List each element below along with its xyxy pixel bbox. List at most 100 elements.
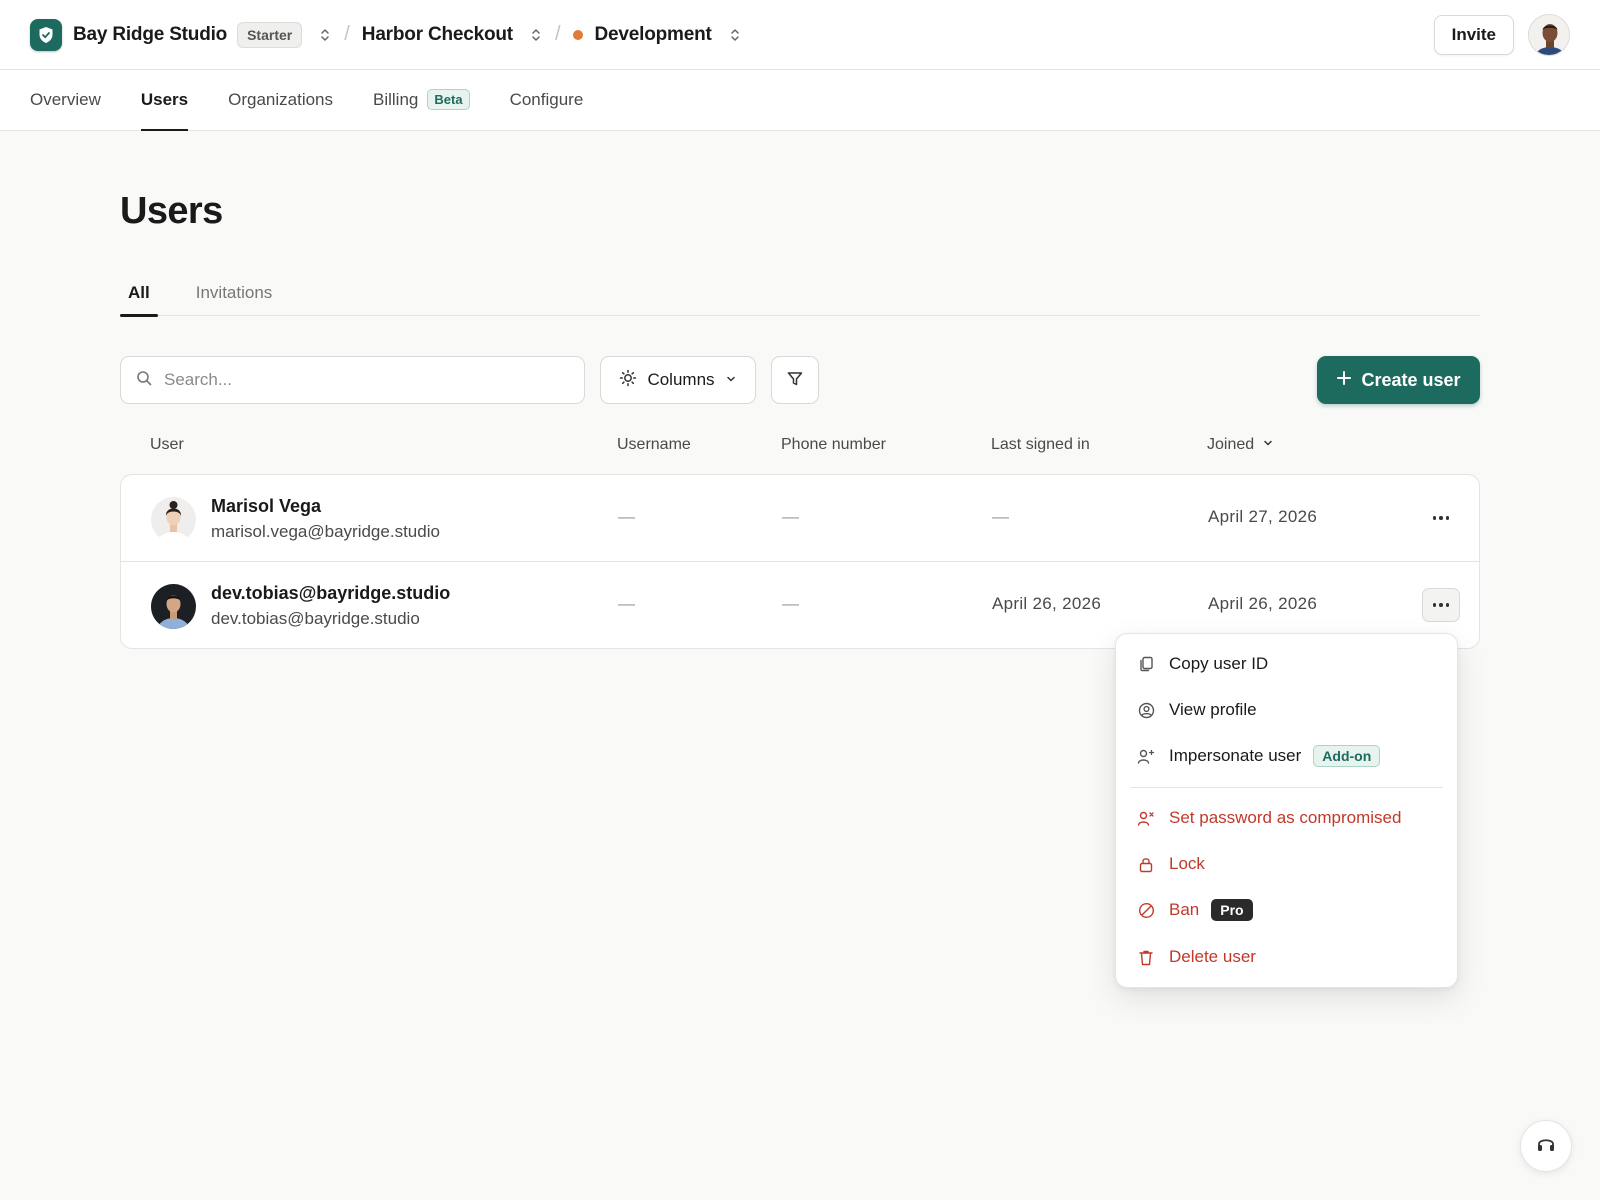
environment-name[interactable]: Development: [595, 24, 712, 46]
column-header-label: Phone number: [781, 436, 886, 453]
add-on-badge: Add-on: [1313, 745, 1381, 767]
menu-item-label: Copy user ID: [1169, 654, 1269, 673]
phone-cell: —: [782, 507, 800, 526]
more-dot-icon: [1445, 603, 1450, 607]
menu-item-label: Lock: [1169, 854, 1205, 873]
avatar: [151, 584, 196, 629]
breadcrumb-separator: /: [554, 23, 561, 45]
create-user-button[interactable]: Create user: [1317, 356, 1480, 404]
user-name[interactable]: dev.tobias@bayridge.studio: [211, 583, 450, 604]
user-email: dev.tobias@bayridge.studio: [211, 609, 420, 628]
menu-item-impersonate-user[interactable]: Impersonate user Add-on: [1116, 736, 1459, 776]
column-header-last-signed-in: Last signed in: [991, 436, 1090, 454]
column-header-phone: Phone number: [781, 436, 886, 454]
user-email: marisol.vega@bayridge.studio: [211, 522, 440, 541]
user-x-icon: [1137, 809, 1155, 827]
workspace-switcher-chevron-icon[interactable]: [320, 28, 330, 42]
user-avatar[interactable]: [1528, 13, 1570, 56]
tab-label: Overview: [30, 89, 101, 109]
menu-item-label: View profile: [1169, 700, 1257, 719]
tab-label: Configure: [509, 89, 584, 109]
menu-divider: [1130, 787, 1443, 788]
workspace-name[interactable]: Bay Ridge Studio: [73, 24, 227, 46]
last-signed-in-cell: April 26, 2026: [992, 594, 1102, 613]
app-switcher-chevron-icon[interactable]: [531, 28, 541, 42]
user-name[interactable]: Marisol Vega: [211, 496, 321, 517]
breadcrumb-separator: /: [344, 23, 350, 45]
more-dot-icon: [1439, 603, 1443, 607]
avatar: [151, 497, 196, 542]
table-row[interactable]: Marisol Vega marisol.vega@bayridge.studi…: [120, 474, 1480, 562]
row-actions-menu: Copy user ID View profile Impersonate us…: [1115, 633, 1458, 988]
more-dot-icon: [1439, 516, 1443, 520]
column-header-label: User: [150, 436, 184, 453]
headset-icon: [1535, 1133, 1557, 1160]
column-header-label: Last signed in: [991, 436, 1090, 453]
filter-button[interactable]: [771, 356, 819, 404]
beta-badge: Beta: [427, 89, 470, 110]
menu-item-label: Set password as compromised: [1169, 808, 1402, 827]
column-header-label: Joined: [1207, 436, 1255, 453]
tab-configure[interactable]: Configure: [510, 69, 584, 130]
menu-item-delete-user[interactable]: Delete user: [1116, 937, 1459, 977]
tab-billing[interactable]: Billing Beta: [373, 69, 470, 130]
tab-label: Users: [140, 89, 189, 109]
tab-label: Billing: [373, 89, 419, 109]
sun-icon: [619, 369, 637, 392]
joined-cell: April 26, 2026: [1208, 594, 1318, 613]
users-subtabs: All Invitations: [120, 270, 1480, 317]
menu-item-copy-user-id[interactable]: Copy user ID: [1116, 644, 1459, 684]
tab-organizations[interactable]: Organizations: [228, 69, 333, 130]
tab-users[interactable]: Users: [140, 69, 189, 131]
menu-item-label: Ban: [1169, 900, 1200, 919]
user-circle-icon: [1137, 701, 1155, 719]
subtab-label: All: [128, 283, 150, 302]
tab-overview[interactable]: Overview: [30, 69, 101, 130]
plan-badge: Starter: [237, 21, 303, 48]
joined-cell: April 27, 2026: [1208, 507, 1318, 526]
menu-item-lock[interactable]: Lock: [1116, 844, 1459, 884]
chevron-down-icon: [725, 370, 737, 390]
column-header-joined[interactable]: Joined: [1207, 436, 1274, 454]
subtab-invitations[interactable]: Invitations: [188, 270, 281, 316]
menu-item-set-password-compromised[interactable]: Set password as compromised: [1116, 798, 1459, 838]
more-dot-icon: [1445, 516, 1450, 520]
plus-icon: [1336, 370, 1352, 391]
support-button[interactable]: [1520, 1120, 1572, 1172]
sort-chevron-down-icon: [1262, 436, 1274, 454]
copy-icon: [1137, 655, 1155, 673]
filter-icon: [786, 370, 804, 391]
tab-label: Organizations: [228, 89, 334, 109]
subtab-label: Invitations: [195, 283, 273, 302]
trash-icon: [1137, 948, 1155, 966]
subtab-all[interactable]: All: [120, 270, 158, 317]
row-actions-button[interactable]: [1422, 588, 1460, 622]
username-cell: —: [618, 507, 636, 526]
ban-icon: [1137, 901, 1155, 919]
environment-status-dot: [572, 29, 583, 40]
phone-cell: —: [782, 594, 800, 613]
more-dot-icon: [1432, 603, 1437, 607]
search-icon: [136, 370, 152, 391]
search-field[interactable]: [120, 356, 585, 404]
main-nav: Overview Users Organizations Billing Bet…: [0, 70, 1600, 131]
page-title: Users: [120, 190, 223, 232]
row-actions-button[interactable]: [1422, 501, 1460, 535]
create-user-label: Create user: [1361, 369, 1461, 390]
menu-item-view-profile[interactable]: View profile: [1116, 690, 1459, 730]
column-header-username: Username: [617, 436, 691, 454]
environment-switcher-chevron-icon[interactable]: [730, 28, 740, 42]
menu-item-ban[interactable]: Ban Pro: [1116, 890, 1459, 930]
username-cell: —: [618, 594, 636, 613]
app-name[interactable]: Harbor Checkout: [362, 24, 513, 46]
search-input[interactable]: [164, 370, 564, 390]
workspace-logo-icon[interactable]: [30, 18, 62, 51]
more-dot-icon: [1432, 516, 1437, 520]
top-bar: Bay Ridge Studio Starter / Harbor Checko…: [0, 0, 1600, 70]
columns-button-label: Columns: [647, 370, 715, 389]
menu-item-label: Impersonate user: [1169, 746, 1302, 765]
columns-button[interactable]: Columns: [600, 356, 756, 404]
menu-item-label: Delete user: [1169, 947, 1256, 966]
pro-badge: Pro: [1211, 899, 1253, 921]
invite-button[interactable]: Invite: [1433, 14, 1514, 55]
